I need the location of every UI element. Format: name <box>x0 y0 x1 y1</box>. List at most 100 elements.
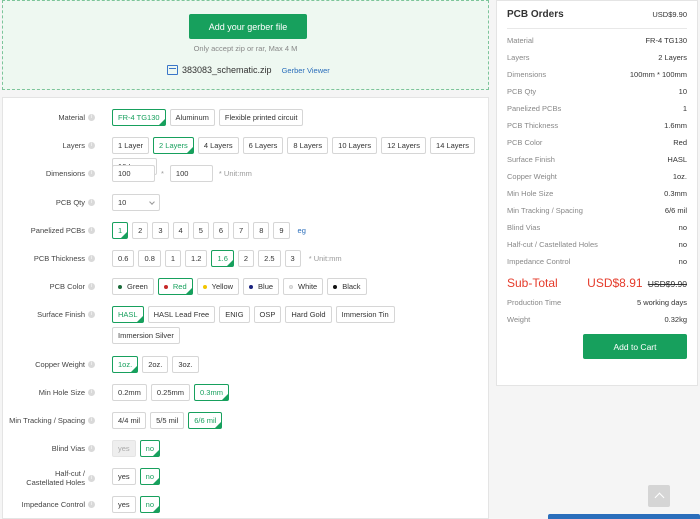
impedance-option[interactable]: no <box>139 496 161 513</box>
info-icon[interactable]: i <box>88 142 95 149</box>
surface-option[interactable]: Immersion Silver <box>112 327 180 344</box>
min-hole-option[interactable]: 0.3mm <box>194 384 229 401</box>
panelized-option[interactable]: 9 <box>273 222 290 239</box>
layers-option[interactable]: 4 Layers <box>197 137 239 154</box>
blind-vias-option[interactable]: no <box>139 440 161 457</box>
option-label: 1.2 <box>191 254 202 263</box>
thickness-option[interactable]: 2 <box>237 250 255 267</box>
min-hole-option[interactable]: 0.2mm <box>112 384 147 401</box>
info-icon[interactable]: i <box>88 311 95 318</box>
info-icon[interactable]: i <box>88 445 95 452</box>
half-cut-option[interactable]: yes <box>112 468 136 485</box>
panelized-example-link[interactable]: eg <box>298 222 306 239</box>
surface-option[interactable]: Hard Gold <box>285 306 332 323</box>
add-to-cart-button[interactable]: Add to Cart <box>583 334 687 359</box>
material-option[interactable]: Flexible printed circuit <box>218 109 304 126</box>
surface-option[interactable]: ENIG <box>219 306 250 323</box>
surface-option[interactable]: OSP <box>253 306 282 323</box>
weight-label: Weight <box>507 315 531 324</box>
panelized-option[interactable]: 5 <box>192 222 209 239</box>
thickness-option[interactable]: 2.5 <box>258 250 281 267</box>
bottom-bar[interactable] <box>548 514 700 519</box>
blind-vias-options: yes no <box>112 440 490 457</box>
info-icon[interactable]: i <box>88 417 95 424</box>
layers-option[interactable]: 12 Layers <box>381 137 427 154</box>
option-label: 1 <box>118 226 123 235</box>
min-track-option[interactable]: 5/5 mil <box>150 412 185 429</box>
info-icon[interactable]: i <box>88 501 95 508</box>
option-label: 0.25mm <box>156 388 185 397</box>
panelized-option[interactable]: 4 <box>172 222 189 239</box>
option-label: Hard Gold <box>291 310 326 319</box>
blind-vias-option[interactable]: yes <box>112 440 136 457</box>
layers-label: Layers <box>62 141 85 150</box>
color-option[interactable]: Green <box>112 278 154 295</box>
copper-option[interactable]: 2oz. <box>142 356 169 373</box>
option-label: HASL <box>118 310 138 319</box>
material-option[interactable]: FR-4 TG130 <box>112 109 166 126</box>
layers-option[interactable]: 1 Layer <box>112 137 150 154</box>
option-label: 1 <box>170 254 176 263</box>
scroll-to-top-button[interactable] <box>648 485 670 507</box>
copper-option[interactable]: 3oz. <box>172 356 199 373</box>
file-archive-icon <box>167 65 178 75</box>
gerber-upload-area[interactable]: Add your gerber file Only accept zip or … <box>2 0 489 90</box>
panelized-option[interactable]: 1 <box>112 222 129 239</box>
info-icon[interactable]: i <box>88 361 95 368</box>
thickness-option[interactable]: 1.2 <box>185 250 208 267</box>
info-icon[interactable]: i <box>88 474 95 482</box>
color-option[interactable]: Red <box>157 278 193 295</box>
option-label: 1 Layer <box>118 141 144 150</box>
panelized-option[interactable]: 3 <box>152 222 169 239</box>
impedance-options: yes no <box>112 496 490 513</box>
info-icon[interactable]: i <box>88 114 95 121</box>
dimension-width-input[interactable]: 100 <box>112 165 155 182</box>
info-icon[interactable]: i <box>88 227 95 234</box>
info-icon[interactable]: i <box>88 389 95 396</box>
order-spec-value: 100mm * 100mm <box>629 70 687 79</box>
option-label: OSP <box>259 310 276 319</box>
layers-option[interactable]: 8 Layers <box>287 137 329 154</box>
gerber-viewer-link[interactable]: Gerber Viewer <box>282 66 330 75</box>
thickness-option[interactable]: 0.8 <box>138 250 161 267</box>
info-icon[interactable]: i <box>88 199 95 206</box>
panelized-option[interactable]: 6 <box>212 222 230 239</box>
panelized-option[interactable]: 8 <box>253 222 270 239</box>
panelized-option[interactable]: 2 <box>132 222 149 239</box>
layers-option[interactable]: 2 Layers <box>153 137 194 154</box>
add-gerber-button[interactable]: Add your gerber file <box>189 14 307 39</box>
thickness-option[interactable]: 1 <box>164 250 182 267</box>
layers-option[interactable]: 14 Layers <box>430 137 475 154</box>
color-option[interactable]: Black <box>327 278 367 295</box>
option-label: 1oz. <box>118 360 133 369</box>
min-hole-option[interactable]: 0.25mm <box>150 384 191 401</box>
info-icon[interactable]: i <box>88 170 95 177</box>
min-track-option[interactable]: 6/6 mil <box>188 412 223 429</box>
half-cut-label-line2: Castellated Holes <box>26 478 85 487</box>
order-spec-value: no <box>678 223 687 232</box>
color-option[interactable]: Blue <box>243 278 280 295</box>
surface-option[interactable]: HASL Lead Free <box>147 306 216 323</box>
copper-label: Copper Weight <box>35 360 85 369</box>
surface-option[interactable]: HASL <box>112 306 144 323</box>
info-icon[interactable]: i <box>88 255 95 262</box>
thickness-option[interactable]: 0.6 <box>112 250 135 267</box>
color-option[interactable]: Yellow <box>196 278 240 295</box>
layers-option[interactable]: 10 Layers <box>332 137 378 154</box>
color-option[interactable]: White <box>283 278 324 295</box>
material-option[interactable]: Aluminum <box>169 109 215 126</box>
orders-price: USD$9.90 <box>652 10 687 19</box>
info-icon[interactable]: i <box>88 283 95 290</box>
panelized-option[interactable]: 7 <box>233 222 250 239</box>
layers-option[interactable]: 6 Layers <box>242 137 284 154</box>
impedance-option[interactable]: yes <box>112 496 136 513</box>
thickness-option[interactable]: 3 <box>284 250 301 267</box>
half-cut-option[interactable]: no <box>139 468 161 485</box>
surface-option[interactable]: Immersion Tin <box>335 306 395 323</box>
copper-option[interactable]: 1oz. <box>112 356 139 373</box>
thickness-option[interactable]: 1.6 <box>211 250 234 267</box>
pcb-qty-select[interactable]: 10 <box>112 194 160 211</box>
min-track-option[interactable]: 4/4 mil <box>112 412 147 429</box>
dimension-height-input[interactable]: 100 <box>169 165 213 182</box>
order-spec-row: Surface Finish HASL <box>507 155 687 164</box>
